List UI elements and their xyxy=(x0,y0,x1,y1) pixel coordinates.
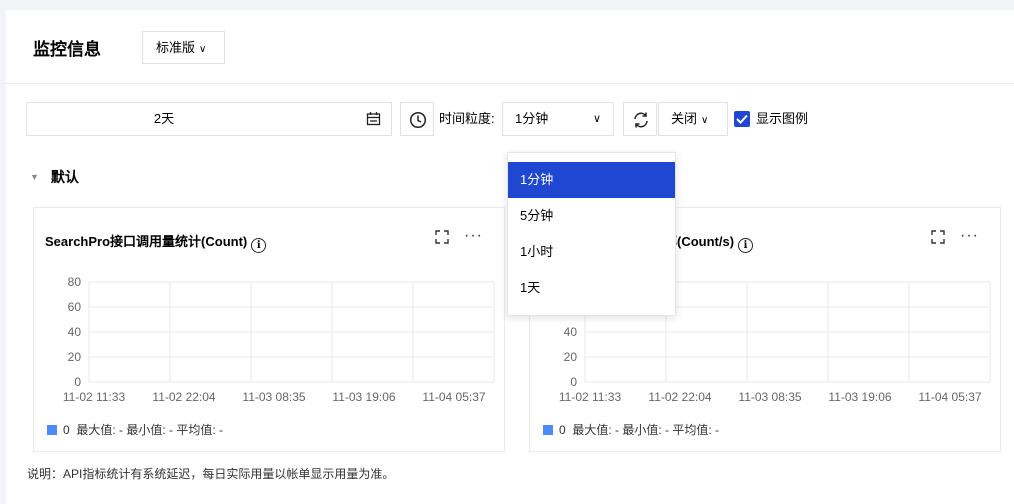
time-shortcut-button[interactable] xyxy=(400,102,434,136)
more-icon[interactable]: ··· xyxy=(464,227,483,245)
more-icon[interactable]: ··· xyxy=(960,227,979,245)
granularity-select[interactable]: 1分钟 ∨ xyxy=(502,102,614,136)
x-tick-label: 11-03 19:06 xyxy=(332,390,395,404)
granularity-option[interactable]: 1分钟 xyxy=(508,162,675,198)
chart-legend: 0 最大值: - 最小值: - 平均值: - xyxy=(47,421,223,438)
y-tick-label: 20 xyxy=(68,350,82,364)
clock-icon xyxy=(409,111,427,129)
y-tick-label: 40 xyxy=(68,325,82,339)
chevron-down-icon: ∨ xyxy=(701,115,709,126)
x-tick-label: 11-03 19:06 xyxy=(828,390,891,404)
refresh-icon xyxy=(634,112,648,128)
chevron-down-icon: ∨ xyxy=(592,113,601,125)
date-range-picker[interactable]: 2天 xyxy=(26,102,392,136)
auto-refresh-value: 关闭 xyxy=(671,111,698,126)
granularity-option[interactable]: 1天 xyxy=(508,270,675,306)
chart-call-count: 80 60 40 20 011-02 11:33 11-02 22:04 11-03 08:… xyxy=(63,275,495,404)
page-title: 监控信息 xyxy=(33,40,101,59)
granularity-value: 1分钟 xyxy=(515,111,549,126)
caret-down-icon: ▼ xyxy=(30,172,39,182)
chart-legend: 0 最大值: - 最小值: - 平均值: - xyxy=(543,421,719,438)
legend-series-value: 0 xyxy=(63,423,70,437)
show-legend-checkbox[interactable] xyxy=(734,111,750,127)
footnote: 说明：API指标统计有系统延迟，每日实际用量以帐单显示用量为准。 xyxy=(27,467,395,481)
x-tick-label: 11-03 08:35 xyxy=(242,390,305,404)
check-icon xyxy=(736,114,748,124)
fullscreen-icon[interactable] xyxy=(931,230,945,244)
refresh-button[interactable] xyxy=(623,102,657,136)
legend-swatch xyxy=(543,425,553,435)
granularity-dropdown: 1分钟 5分钟 1小时 1天 xyxy=(507,152,676,316)
edition-select[interactable]: 标准版 ∨ xyxy=(142,31,225,64)
info-icon[interactable]: i xyxy=(738,238,754,253)
y-tick-label: 0 xyxy=(570,375,577,389)
legend-series-value: 0 xyxy=(559,423,566,437)
date-range-value: 2天 xyxy=(153,111,175,126)
page-header: 监控信息 标准版 ∨ xyxy=(6,10,1014,84)
x-tick-label: 11-02 11:33 xyxy=(559,390,622,404)
chevron-down-icon: ∨ xyxy=(199,44,207,55)
granularity-option[interactable]: 1小时 xyxy=(508,234,675,270)
x-tick-label: 11-03 08:35 xyxy=(738,390,801,404)
calendar-icon xyxy=(366,112,381,126)
granularity-option[interactable]: 5分钟 xyxy=(508,198,675,234)
edition-label: 标准版 xyxy=(156,40,196,55)
legend-stats: 最大值: - 最小值: - 平均值: - xyxy=(572,423,720,437)
section-default-toggle[interactable]: ▼ 默认 xyxy=(30,167,79,187)
x-tick-label: 11-02 11:33 xyxy=(63,390,126,404)
y-tick-label: 60 xyxy=(68,300,82,314)
legend-swatch xyxy=(47,425,57,435)
chart-title: SearchPro接口调用量统计(Count) i xyxy=(45,231,267,253)
x-tick-label: 11-02 22:04 xyxy=(152,390,215,404)
chart-title-text: SearchPro接口调用量统计(Count) xyxy=(45,234,248,249)
auto-refresh-select[interactable]: 关闭 ∨ xyxy=(658,102,728,136)
info-icon[interactable]: i xyxy=(251,238,267,253)
granularity-label: 时间粒度: xyxy=(439,111,495,126)
x-tick-label: 11-02 22:04 xyxy=(648,390,711,404)
toolbar: 2天 时间粒度: 1分钟 ∨ 关闭 ∨ 显示图例 xyxy=(0,102,1008,136)
chart-title: 率(Count/s) i xyxy=(664,231,754,253)
legend-stats: 最大值: - 最小值: - 平均值: - xyxy=(76,423,224,437)
show-legend-label: 显示图例 xyxy=(756,111,809,126)
x-tick-label: 11-04 05:37 xyxy=(422,390,485,404)
section-title: 默认 xyxy=(50,169,79,185)
y-tick-label: 0 xyxy=(74,375,81,389)
x-tick-label: 11-04 05:37 xyxy=(918,390,981,404)
y-tick-label: 40 xyxy=(564,325,578,339)
y-tick-label: 20 xyxy=(564,350,578,364)
chart-card-call-count: SearchPro接口调用量统计(Count) i ··· 80 60 40 20 0 11… xyxy=(33,207,505,452)
y-tick-label: 80 xyxy=(68,275,82,289)
fullscreen-icon[interactable] xyxy=(435,230,449,244)
